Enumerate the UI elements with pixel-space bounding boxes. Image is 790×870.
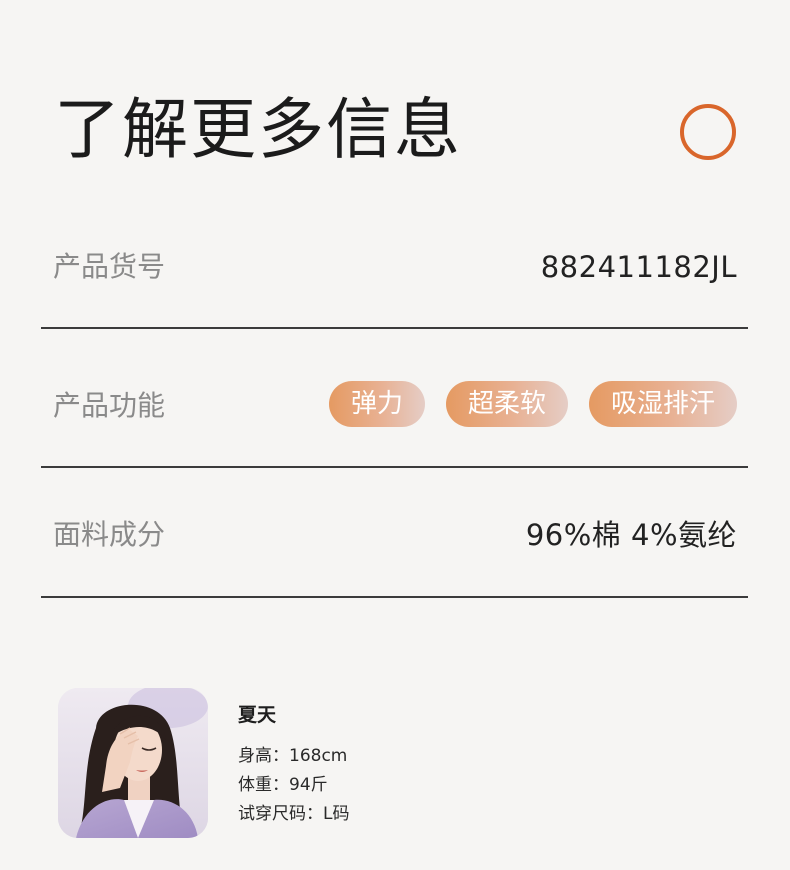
model-avatar	[58, 688, 208, 838]
circle-outline-icon	[680, 104, 736, 160]
model-weight: 体重：94斤	[238, 775, 328, 795]
fabric-label: 面料成分	[53, 518, 166, 551]
sku-value: 882411182JL	[540, 250, 737, 284]
function-label: 产品功能	[53, 389, 166, 422]
model-size: 试穿尺码：L码	[238, 804, 350, 824]
model-info: 夏天 身高：168cm 体重：94斤 试穿尺码：L码	[238, 702, 349, 829]
tag-ultra-soft: 超柔软	[445, 381, 568, 427]
fabric-value: 96%棉 4%氨纶	[525, 518, 737, 552]
tag-moisture-wicking: 吸湿排汗	[588, 381, 737, 427]
divider	[41, 327, 748, 329]
page-title: 了解更多信息	[54, 91, 462, 168]
model-name: 夏天	[238, 704, 277, 726]
sku-label: 产品货号	[53, 250, 166, 283]
divider	[41, 466, 748, 468]
function-tags: 弹力 超柔软 吸湿排汗	[328, 381, 737, 427]
model-portrait-image	[58, 688, 208, 838]
model-height: 身高：168cm	[238, 746, 348, 766]
tag-elastic: 弹力	[328, 381, 425, 427]
divider	[41, 596, 748, 598]
